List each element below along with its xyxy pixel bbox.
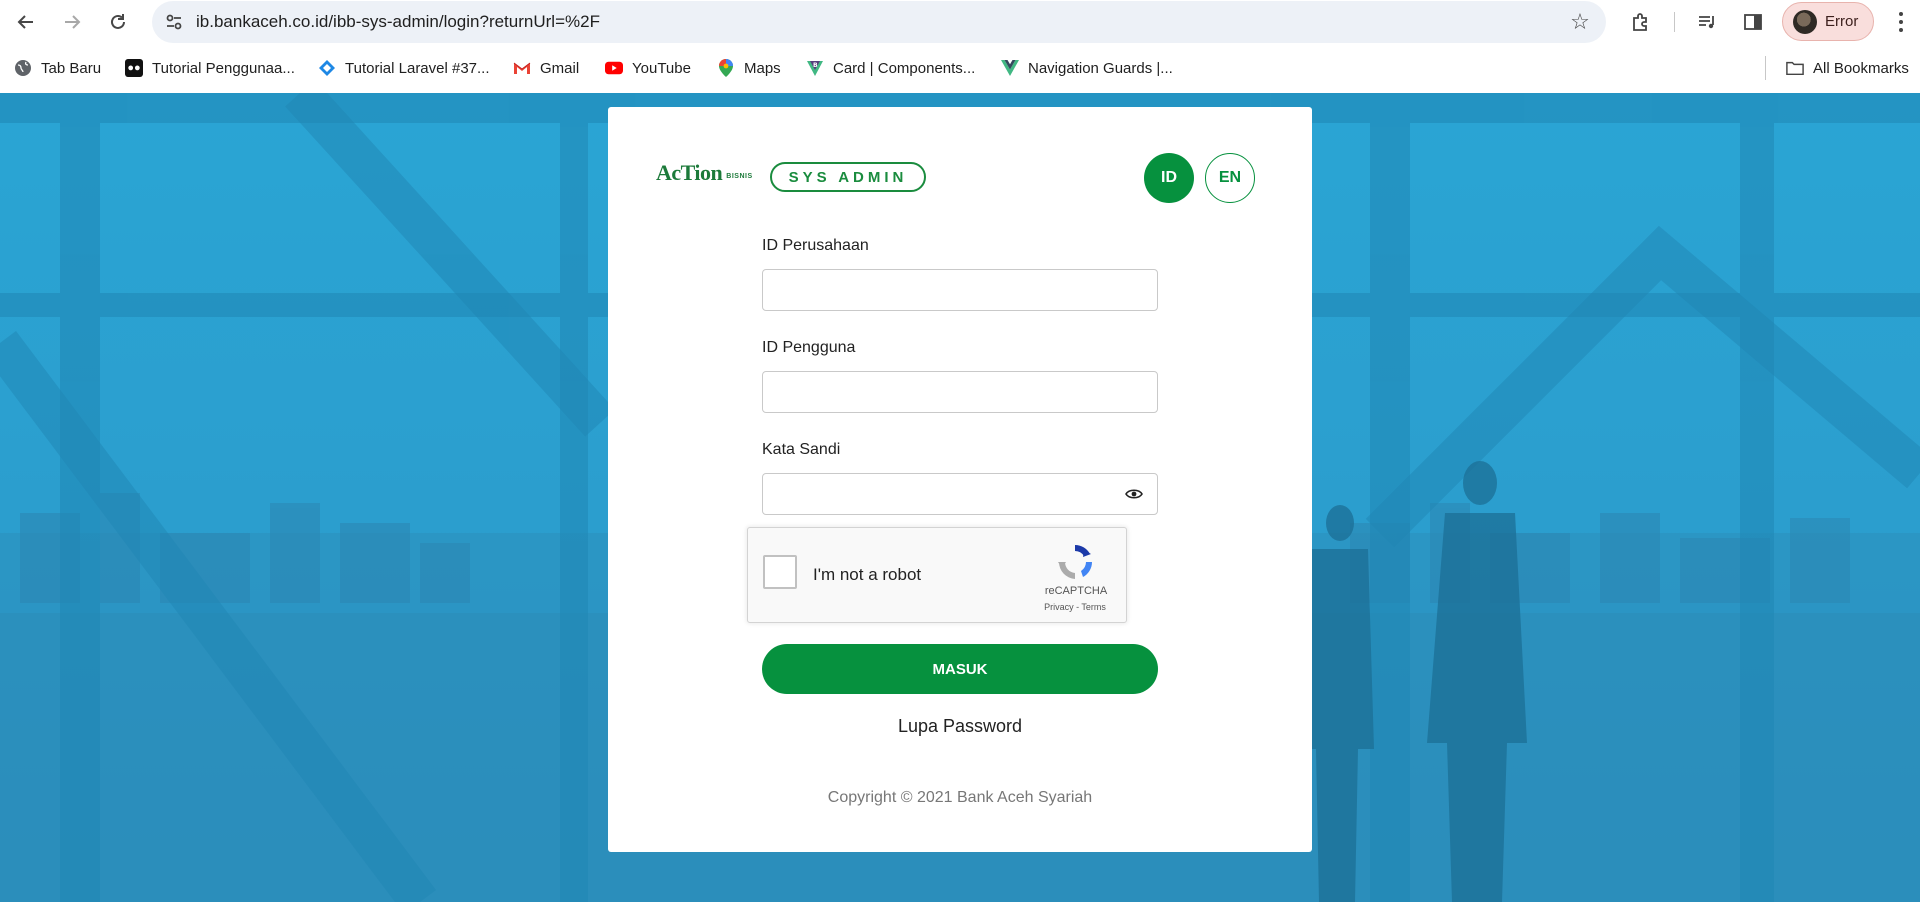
login-card: AcTion BISNIS SYS ADMIN ID EN ID Perusah… <box>608 107 1312 852</box>
bookmark-label: Tab Baru <box>41 59 102 77</box>
bookmark-item[interactable]: Navigation Guards |... <box>1001 57 1173 79</box>
profile-button[interactable]: Error <box>1782 2 1874 41</box>
recaptcha-brand: reCAPTCHA <box>1044 585 1108 597</box>
bookmark-item[interactable]: Gmail <box>513 57 579 79</box>
bookmark-label: Navigation Guards |... <box>1028 59 1173 77</box>
login-page: AcTion BISNIS SYS ADMIN ID EN ID Perusah… <box>0 93 1920 902</box>
tune-icon <box>166 14 182 30</box>
recaptcha-logo-icon <box>1058 545 1092 579</box>
site-favicon-icon: ●● <box>125 59 143 77</box>
bookmark-label: Card | Components... <box>833 59 976 77</box>
arrow-left-icon <box>17 15 33 29</box>
bookmark-label: Tutorial Laravel #37... <box>345 59 490 77</box>
browser-toolbar: ib.bankaceh.co.id/ibb-sys-admin/login?re… <box>0 0 1920 43</box>
company-id-input[interactable] <box>762 269 1158 311</box>
action-bisnis-logo: AcTion BISNIS <box>656 160 753 185</box>
recaptcha-checkbox[interactable] <box>763 555 797 589</box>
bookmarks-bar: Tab Baru ●● Tutorial Penggunaa... Tutori… <box>0 43 1920 93</box>
globe-icon <box>14 59 32 77</box>
folder-icon <box>1786 59 1804 77</box>
maps-pin-icon <box>717 59 735 77</box>
reload-icon <box>111 14 125 29</box>
bookmarks-divider <box>1765 56 1766 80</box>
password-label: Kata Sandi <box>762 441 841 458</box>
bookmark-label: Gmail <box>540 59 580 77</box>
bookmark-label: Tutorial Penggunaa... <box>152 59 295 77</box>
bookmark-star-icon[interactable]: ☆ <box>1568 9 1592 34</box>
bookmark-item[interactable]: Maps <box>717 57 781 79</box>
user-id-input[interactable] <box>762 371 1158 413</box>
avatar <box>1793 9 1817 34</box>
all-bookmarks-button[interactable]: All Bookmarks <box>1786 57 1909 79</box>
show-password-eye-icon[interactable] <box>1124 484 1144 504</box>
code-favicon-icon <box>318 59 336 77</box>
all-bookmarks-label: All Bookmarks <box>1813 59 1909 77</box>
profile-status-label: Error <box>1825 13 1859 30</box>
language-en-button[interactable]: EN <box>1205 153 1255 203</box>
side-panel-icon[interactable] <box>1740 9 1766 35</box>
bookmark-label: Maps <box>744 59 781 77</box>
language-id-button[interactable]: ID <box>1144 153 1194 203</box>
media-queue-icon[interactable] <box>1694 9 1720 35</box>
login-submit-button[interactable]: MASUK <box>762 644 1158 694</box>
bookmark-item[interactable]: B Card | Components... <box>806 57 975 79</box>
company-id-label: ID Perusahaan <box>762 237 869 254</box>
vue-icon <box>1001 59 1019 77</box>
youtube-icon <box>605 59 623 77</box>
recaptcha-label: I'm not a robot <box>813 565 922 584</box>
reload-button[interactable] <box>104 8 132 36</box>
toolbar-divider <box>1674 12 1675 32</box>
user-id-label: ID Pengguna <box>762 339 856 356</box>
extensions-icon[interactable] <box>1628 9 1654 35</box>
bookmark-label: YouTube <box>632 59 691 77</box>
bookmark-item[interactable]: YouTube <box>605 57 691 79</box>
recaptcha-privacy-terms-link[interactable]: Privacy - Terms <box>1030 602 1120 612</box>
address-bar[interactable]: ib.bankaceh.co.id/ibb-sys-admin/login?re… <box>152 1 1606 43</box>
forward-button[interactable] <box>58 8 86 36</box>
svg-text:B: B <box>813 62 818 69</box>
gmail-icon <box>513 59 531 77</box>
forgot-password-link[interactable]: Lupa Password <box>762 716 1158 737</box>
browser-menu-icon[interactable] <box>1890 8 1912 36</box>
recaptcha-widget: I'm not a robot reCAPTCHA Privacy - Term… <box>747 527 1127 623</box>
site-info-button[interactable] <box>160 8 188 36</box>
bookmark-item[interactable]: Tutorial Laravel #37... <box>318 57 490 79</box>
url-text[interactable]: ib.bankaceh.co.id/ibb-sys-admin/login?re… <box>196 12 600 32</box>
back-button[interactable] <box>12 8 40 36</box>
password-input[interactable] <box>762 473 1158 515</box>
bootstrap-vue-icon: B <box>806 59 824 77</box>
bookmark-item[interactable]: ●● Tutorial Penggunaa... <box>125 57 295 79</box>
sys-admin-badge: SYS ADMIN <box>770 162 926 192</box>
bookmark-item[interactable]: Tab Baru <box>14 57 101 79</box>
copyright-text: Copyright © 2021 Bank Aceh Syariah <box>827 789 1093 806</box>
arrow-right-icon <box>65 15 81 29</box>
